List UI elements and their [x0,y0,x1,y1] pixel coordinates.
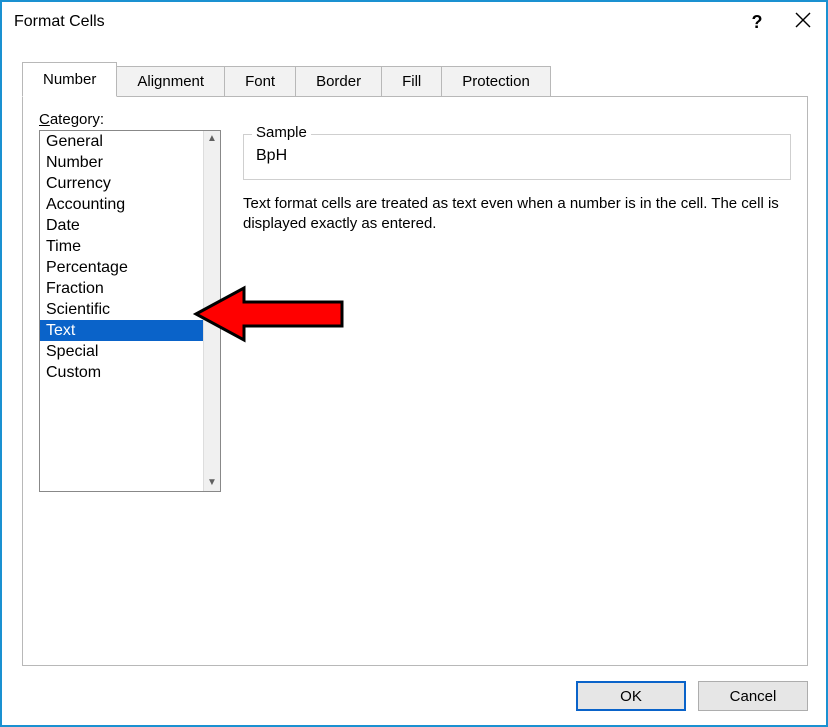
details-pane: Sample BpH Text format cells are treated… [243,130,791,235]
tab-protection[interactable]: Protection [441,66,551,97]
dialog-footer: OK Cancel [576,681,808,711]
category-item-number[interactable]: Number [40,152,203,173]
category-item-time[interactable]: Time [40,236,203,257]
category-item-percentage[interactable]: Percentage [40,257,203,278]
category-item-special[interactable]: Special [40,341,203,362]
category-item-accounting[interactable]: Accounting [40,194,203,215]
category-item-general[interactable]: General [40,131,203,152]
sample-group: Sample BpH [243,134,791,180]
scroll-up-icon: ▲ [207,134,217,144]
dialog-title: Format Cells [14,13,734,31]
tab-border[interactable]: Border [295,66,382,97]
help-icon: ? [752,12,763,33]
tab-strip: NumberAlignmentFontBorderFillProtection [22,62,826,97]
category-item-scientific[interactable]: Scientific [40,299,203,320]
tab-page-number: Category: GeneralNumberCurrencyAccountin… [22,96,808,666]
category-item-date[interactable]: Date [40,215,203,236]
category-item-fraction[interactable]: Fraction [40,278,203,299]
title-bar: Format Cells ? [2,2,826,42]
close-icon [795,12,811,33]
sample-value: BpH [256,147,778,165]
listbox-scrollbar[interactable]: ▲ ▼ [203,131,220,491]
ok-button[interactable]: OK [576,681,686,711]
tab-number[interactable]: Number [22,62,117,97]
category-listbox[interactable]: GeneralNumberCurrencyAccountingDateTimeP… [39,130,221,492]
format-description: Text format cells are treated as text ev… [243,194,791,235]
category-label: Category: [39,111,791,128]
category-item-currency[interactable]: Currency [40,173,203,194]
tab-alignment[interactable]: Alignment [116,66,225,97]
tab-fill[interactable]: Fill [381,66,442,97]
tab-font[interactable]: Font [224,66,296,97]
help-button[interactable]: ? [734,2,780,42]
category-item-custom[interactable]: Custom [40,362,203,383]
sample-legend: Sample [252,124,311,141]
cancel-button[interactable]: Cancel [698,681,808,711]
category-item-text[interactable]: Text [40,320,203,341]
scroll-down-icon: ▼ [207,478,217,488]
close-button[interactable] [780,2,826,42]
